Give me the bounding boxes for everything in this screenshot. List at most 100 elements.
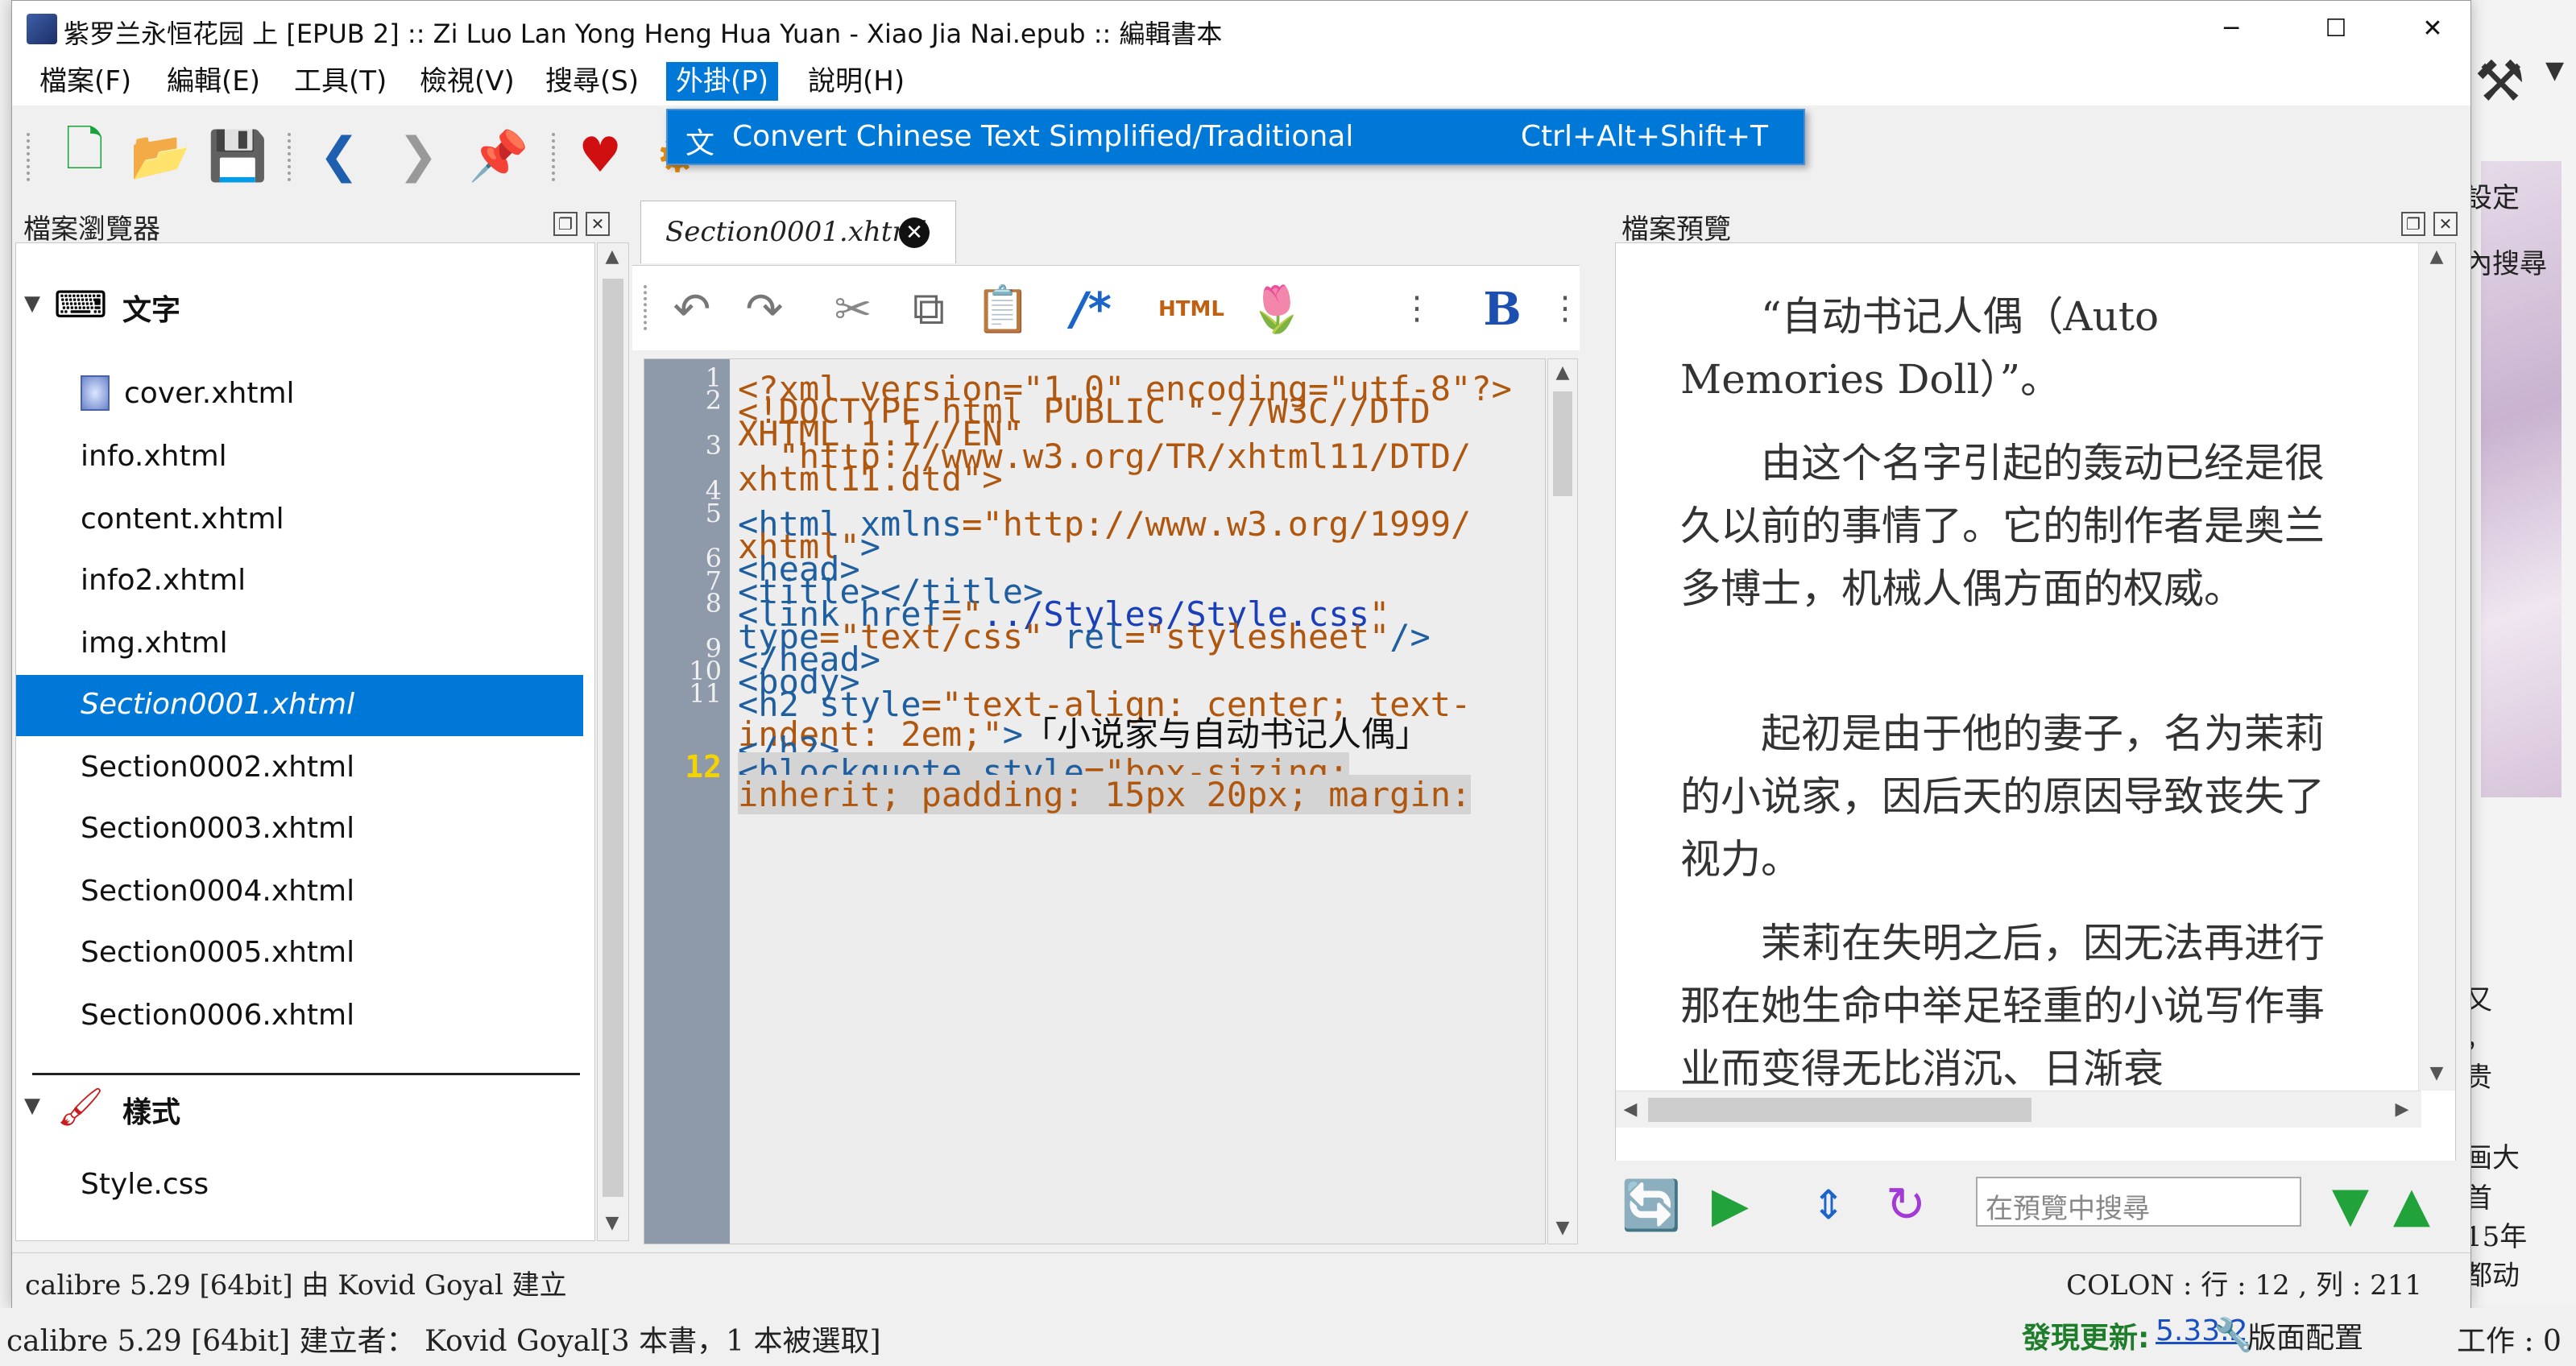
scroll-down-icon[interactable]: ▼ <box>598 1213 627 1233</box>
close-button[interactable]: ✕ <box>2396 9 2469 49</box>
close-panel-icon[interactable]: ✕ <box>2433 212 2458 236</box>
file-item[interactable]: cover.xhtml <box>16 364 583 425</box>
background-search-label[interactable]: 內搜尋 <box>2465 242 2547 281</box>
editor-scrollbar[interactable]: ▲ ▼ <box>1547 358 1578 1244</box>
toolbar-grip[interactable] <box>644 285 648 330</box>
line-number: 8 <box>705 588 722 619</box>
file-item[interactable]: info.xhtml <box>16 427 583 488</box>
scroll-down-icon[interactable]: ▼ <box>2422 1063 2451 1083</box>
scroll-right-icon[interactable]: ▶ <box>2388 1099 2417 1120</box>
back-icon[interactable]: ❮ <box>307 123 371 188</box>
scroll-up-icon[interactable]: ▲ <box>2422 246 2451 267</box>
scroll-down-icon[interactable]: ▼ <box>1548 1218 1577 1238</box>
menu-view[interactable]: 檢視(V) <box>410 62 524 101</box>
line-number: 3 <box>705 430 722 461</box>
layout-button[interactable]: 版面配置 <box>2247 1314 2363 1356</box>
close-tab-icon[interactable]: ✕ <box>899 217 930 248</box>
file-item[interactable]: img.xhtml <box>16 614 583 675</box>
tulip-icon[interactable]: 🌷 <box>1245 277 1309 342</box>
copy-icon[interactable]: ⧉ <box>897 277 961 342</box>
forward-icon[interactable]: ❯ <box>386 123 450 188</box>
preview-hscrollbar[interactable]: ◀ ▶ <box>1616 1091 2421 1128</box>
collapse-arrow-icon[interactable]: ▼ <box>24 1094 40 1118</box>
scrollbar-thumb[interactable] <box>1553 391 1572 496</box>
file-item[interactable]: Section0005.xhtml <box>16 923 583 984</box>
bold-icon[interactable]: B <box>1470 277 1534 342</box>
file-name: Section0001.xhtml <box>81 688 355 721</box>
status-left: calibre 5.29 [64bit] 由 Kovid Goyal 建立 <box>25 1269 567 1302</box>
menu-edit[interactable]: 編輯(E) <box>157 62 270 101</box>
toolbar-more-icon[interactable]: ⋮ <box>1401 290 1433 327</box>
section-styles[interactable]: ▼ 🖌 樣式 <box>16 1078 580 1136</box>
code-line: indent: 2em;">「小说家与自动书记人偶」 <box>738 714 1430 754</box>
file-item[interactable]: Section0006.xhtml <box>16 986 583 1047</box>
code-area[interactable]: 1 2 3 4 5 6 7 8 9 10 11 12 <?xml version… <box>644 358 1546 1244</box>
preview-controls: 🔄 ▶ ⇕ ↻ 在預覽中搜尋 ▼ ▲ <box>1615 1161 2456 1241</box>
scrollbar-thumb[interactable] <box>1648 1098 2031 1122</box>
convert-chinese-menu-item[interactable]: Convert Chinese Text Simplified/Traditio… <box>732 120 1353 153</box>
new-file-icon[interactable]: 🗋 <box>52 122 117 188</box>
redo-icon[interactable]: ↷ <box>732 277 797 342</box>
file-name: info.xhtml <box>81 440 227 473</box>
file-item[interactable]: Section0003.xhtml <box>16 799 583 860</box>
html-file-icon[interactable]: HTML <box>1158 277 1224 342</box>
update-label: 發現更新: <box>2022 1322 2150 1355</box>
scroll-up-icon[interactable]: ▲ <box>1548 362 1577 383</box>
heart-icon[interactable]: ♥ <box>568 123 632 188</box>
scroll-left-icon[interactable]: ◀ <box>1616 1099 1645 1120</box>
paste-icon[interactable]: 📋 <box>971 277 1035 342</box>
split-icon[interactable]: ⇕ <box>1792 1169 1865 1241</box>
wrench-icon[interactable]: ⚒ <box>2475 48 2525 114</box>
collapse-arrow-icon[interactable]: ▼ <box>24 292 40 316</box>
toolbar-grip[interactable] <box>27 133 31 181</box>
toolbar-more-icon[interactable]: ⋮ <box>1549 290 1581 327</box>
file-item[interactable]: Section0002.xhtml <box>16 738 583 799</box>
refresh-sync-icon[interactable]: 🔄 <box>1615 1169 1688 1241</box>
file-name: info2.xhtml <box>81 564 246 597</box>
editor-tab[interactable]: Section0001.xhtml ✕ <box>640 201 956 263</box>
maximize-button[interactable]: ☐ <box>2300 9 2372 49</box>
menu-search[interactable]: 搜尋(S) <box>536 62 648 101</box>
file-item[interactable]: info2.xhtml <box>16 551 583 612</box>
background-text-fragment: 画大 <box>2465 1142 2520 1174</box>
line-number: 11 <box>689 678 722 709</box>
menu-help[interactable]: 說明(H) <box>798 62 914 101</box>
section-label: 文字 <box>122 294 181 327</box>
cursor-position: COLON : 行 : 12 , 列 : 211 <box>2066 1269 2422 1302</box>
file-item[interactable]: Style.css <box>16 1155 583 1216</box>
reload-icon[interactable]: ↻ <box>1870 1169 1942 1241</box>
file-name: cover.xhtml <box>124 377 295 410</box>
file-item[interactable]: Section0004.xhtml <box>16 862 583 923</box>
file-item-selected[interactable]: Section0001.xhtml <box>16 675 583 736</box>
minimize-button[interactable]: ─ <box>2195 9 2267 49</box>
play-icon[interactable]: ▶ <box>1694 1169 1766 1241</box>
preview-search-input[interactable]: 在預覽中搜尋 <box>1976 1177 2301 1227</box>
menu-file[interactable]: 檔案(F) <box>30 62 141 101</box>
divider <box>32 1073 580 1075</box>
pin-icon[interactable]: 📌 <box>466 123 531 188</box>
background-settings-label[interactable]: 設定 <box>2465 176 2520 215</box>
save-icon[interactable]: 💾 <box>205 123 270 188</box>
file-item[interactable]: content.xhtml <box>16 490 583 551</box>
close-panel-icon[interactable]: ✕ <box>586 212 610 236</box>
preview-scrollbar[interactable]: ▲ ▼ <box>2418 243 2455 1091</box>
jobs-indicator[interactable]: 工作 : 0 <box>2457 1318 2562 1360</box>
scroll-up-icon[interactable]: ▲ <box>598 246 627 267</box>
menu-shortcut: Ctrl+Alt+Shift+T <box>1520 120 1768 153</box>
scrollbar-thumb[interactable] <box>603 279 623 1197</box>
cut-icon[interactable]: ✂ <box>821 277 885 342</box>
editor-toolbar: ↶ ↷ ✂ ⧉ 📋 /* HTML 🌷 ⋮ B ⋮ <box>632 265 1581 350</box>
float-panel-icon[interactable]: ❐ <box>2401 212 2425 236</box>
file-name: Style.css <box>81 1168 209 1201</box>
chevron-down-icon[interactable]: ▼ <box>2545 56 2564 85</box>
menu-plugins[interactable]: 外掛(P) <box>666 62 779 101</box>
menu-tools[interactable]: 工具(T) <box>284 62 396 101</box>
search-previous-icon[interactable]: ▲ <box>2375 1169 2448 1241</box>
preview-paragraph: 茉莉在失明之后，因无法再进行那在她生命中举足轻重的小说写作事业而变得无比消沉、日… <box>1680 920 2325 1092</box>
comment-icon[interactable]: /* <box>1059 277 1124 342</box>
file-browser-scrollbar[interactable]: ▲ ▼ <box>597 242 629 1241</box>
section-text[interactable]: ▼ ⌨ 文字 <box>16 275 580 333</box>
open-folder-icon[interactable]: 📂 <box>128 123 193 188</box>
float-panel-icon[interactable]: ❐ <box>553 212 578 236</box>
undo-icon[interactable]: ↶ <box>660 277 724 342</box>
